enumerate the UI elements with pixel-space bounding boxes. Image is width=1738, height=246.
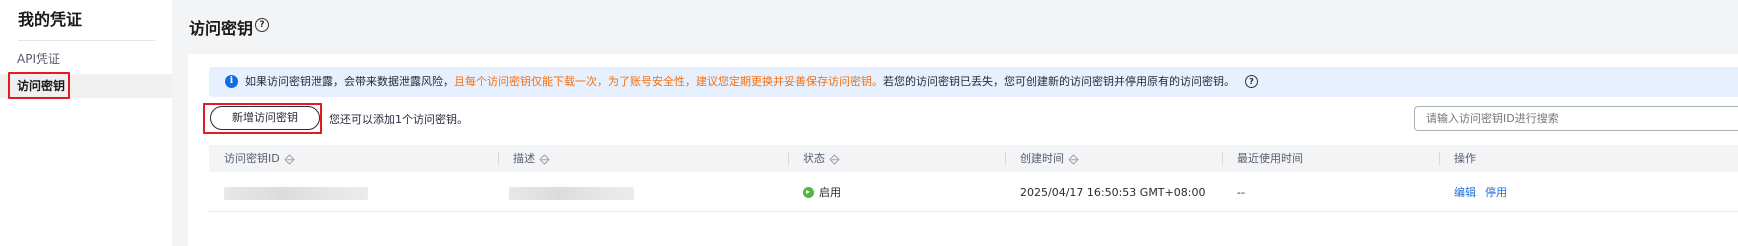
alert-text-before: 如果访问密钥泄露，会带来数据泄露风险，	[245, 75, 454, 88]
alert-text-after: 若您的访问密钥已丢失，您可创建新的访问密钥并停用原有的访问密钥。	[883, 75, 1235, 88]
cell-created-at: 2025/04/17 16:50:53 GMT+08:00	[1020, 186, 1206, 199]
sidebar-item-api-credentials[interactable]: API凭证	[0, 47, 172, 71]
column-separator	[1439, 152, 1440, 165]
column-separator	[788, 152, 789, 165]
sort-icon[interactable]	[539, 153, 550, 165]
cell-actions: 编辑 停用	[1454, 175, 1516, 211]
sort-icon[interactable]	[829, 153, 840, 165]
row-divider	[209, 211, 1738, 212]
disable-link[interactable]: 停用	[1485, 186, 1507, 199]
sidebar-divider	[18, 40, 155, 41]
column-header-last-used: 最近使用时间	[1237, 145, 1303, 172]
create-access-key-button[interactable]: 新增访问密钥	[210, 106, 320, 130]
table-header: 访问密钥ID 描述 状态 创建时间 最近使用时间 操作	[209, 145, 1738, 172]
quota-text: 您还可以添加1个访问密钥。	[329, 113, 468, 126]
cell-last-used: --	[1237, 186, 1245, 199]
column-header-created-at: 创建时间	[1020, 145, 1079, 172]
info-alert: i 如果访问密钥泄露，会带来数据泄露风险，且每个访问密钥仅能下载一次，为了账号安…	[209, 67, 1738, 97]
column-header-description: 描述	[513, 145, 550, 172]
status-enabled-icon	[803, 186, 814, 198]
cell-status: 启用	[803, 175, 841, 211]
help-icon[interactable]: ?	[255, 18, 269, 32]
column-header-actions: 操作	[1454, 145, 1476, 172]
column-header-label: 最近使用时间	[1237, 152, 1303, 165]
sidebar-item-access-keys[interactable]: 访问密钥	[0, 74, 172, 98]
alert-warning-text: 且每个访问密钥仅能下载一次，为了账号安全性，建议您定期更换并妥善保存访问密钥。	[454, 75, 883, 88]
column-header-access-key-id: 访问密钥ID	[224, 145, 295, 172]
main-content: 访问密钥 ? i 如果访问密钥泄露，会带来数据泄露风险，且每个访问密钥仅能下载一…	[172, 0, 1738, 246]
column-separator	[1005, 152, 1006, 165]
column-header-label: 描述	[513, 152, 535, 165]
column-header-label: 状态	[803, 152, 825, 165]
column-header-label: 操作	[1454, 152, 1476, 165]
column-separator	[498, 152, 499, 165]
sidebar: 我的凭证 API凭证 访问密钥	[0, 0, 172, 246]
sort-icon[interactable]	[1068, 153, 1079, 165]
page-title: 访问密钥	[189, 19, 254, 38]
alert-help-icon[interactable]: ?	[1245, 74, 1258, 88]
table-row: 启用 2025/04/17 16:50:53 GMT+08:00 -- 编辑 停用	[209, 175, 1738, 211]
column-header-label: 创建时间	[1020, 152, 1064, 165]
redacted-access-key-id	[224, 187, 368, 200]
status-text: 启用	[819, 186, 841, 199]
column-header-status: 状态	[803, 145, 840, 172]
column-header-label: 访问密钥ID	[224, 152, 280, 165]
edit-link[interactable]: 编辑	[1454, 186, 1476, 199]
access-key-card: i 如果访问密钥泄露，会带来数据泄露风险，且每个访问密钥仅能下载一次，为了账号安…	[188, 54, 1738, 246]
sort-icon[interactable]	[284, 153, 295, 165]
redacted-description	[509, 187, 634, 200]
column-separator	[1222, 152, 1223, 165]
info-icon: i	[225, 75, 238, 88]
search-input[interactable]	[1414, 106, 1738, 131]
sidebar-title: 我的凭证	[18, 10, 83, 29]
